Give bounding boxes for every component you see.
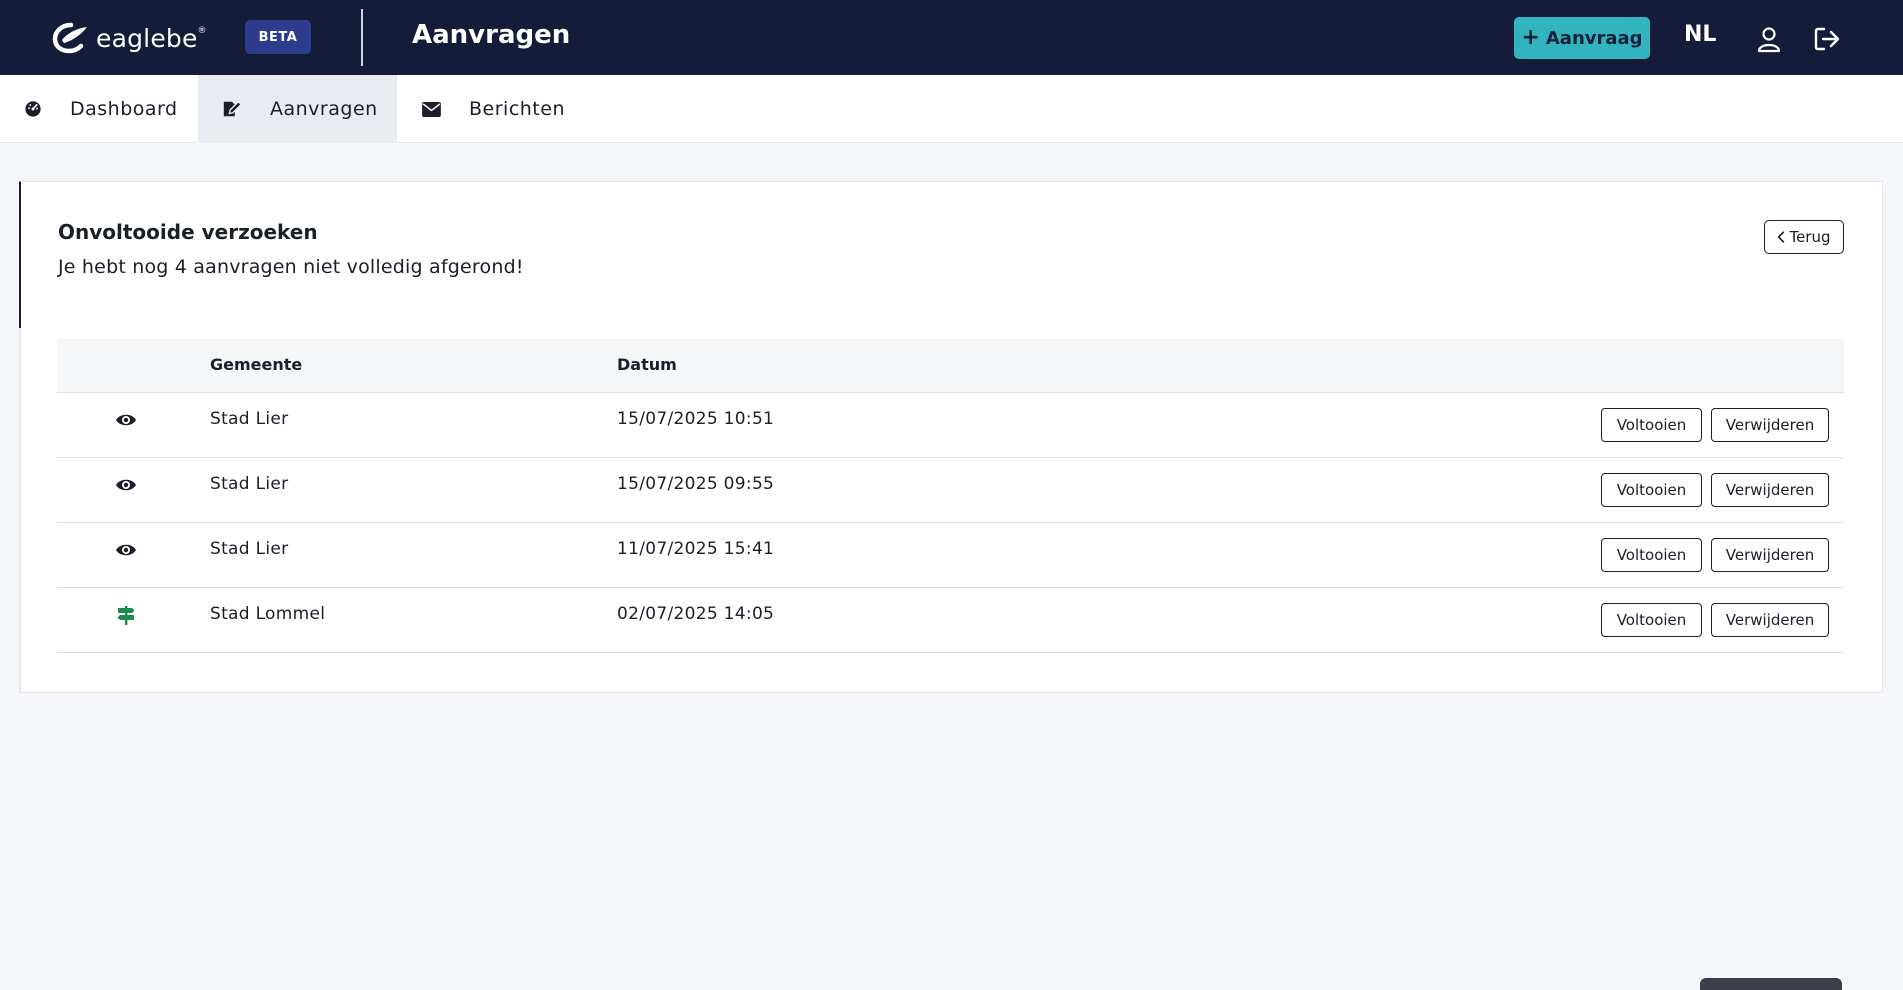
beta-badge: BETA xyxy=(245,20,311,54)
requests-table: Gemeente Datum Stad Lier 15/07/2025 10:5… xyxy=(57,339,1844,653)
delete-button[interactable]: Verwijderen xyxy=(1711,603,1829,637)
complete-button[interactable]: Voltooien xyxy=(1601,408,1702,442)
language-selector[interactable]: NL xyxy=(1684,22,1716,47)
table-row: Stad Lier 15/07/2025 10:51 Voltooien Ver… xyxy=(57,393,1844,458)
complete-button[interactable]: Voltooien xyxy=(1601,538,1702,572)
table-row: Stad Lier 11/07/2025 15:41 Voltooien Ver… xyxy=(57,523,1844,588)
header-divider xyxy=(361,9,363,66)
eye-icon[interactable] xyxy=(115,539,137,561)
card-subtitle: Je hebt nog 4 aanvragen niet volledig af… xyxy=(58,256,524,278)
tab-dashboard[interactable]: Dashboard xyxy=(0,75,198,143)
page-title: Aanvragen xyxy=(412,20,571,50)
row-date: 15/07/2025 09:55 xyxy=(617,474,775,494)
user-icon[interactable] xyxy=(1755,25,1783,53)
delete-button[interactable]: Verwijderen xyxy=(1711,408,1829,442)
row-municipality: Stad Lier xyxy=(210,474,289,494)
eaglebe-logo[interactable]: eaglebe® xyxy=(52,22,207,54)
back-button[interactable]: Terug xyxy=(1764,220,1844,254)
tab-aanvragen[interactable]: Aanvragen xyxy=(198,75,397,143)
complete-button[interactable]: Voltooien xyxy=(1601,473,1702,507)
column-header-date: Datum xyxy=(617,355,677,374)
eye-icon[interactable] xyxy=(115,474,137,496)
row-date: 02/07/2025 14:05 xyxy=(617,604,775,624)
dashboard-icon xyxy=(24,99,42,119)
logo-registered-mark: ® xyxy=(197,25,207,36)
delete-button[interactable]: Verwijderen xyxy=(1711,538,1829,572)
back-button-label: Terug xyxy=(1789,228,1831,246)
eye-icon[interactable] xyxy=(115,409,137,431)
edit-document-icon xyxy=(222,99,242,119)
table-row: Stad Lier 15/07/2025 09:55 Voltooien Ver… xyxy=(57,458,1844,523)
row-date: 15/07/2025 10:51 xyxy=(617,409,775,429)
new-request-button[interactable]: + Aanvraag xyxy=(1514,17,1650,59)
card-title: Onvoltooide verzoeken xyxy=(58,220,318,244)
main-tabs: Dashboard Aanvragen Berichten xyxy=(0,75,1903,143)
row-municipality: Stad Lier xyxy=(210,409,289,429)
complete-button[interactable]: Voltooien xyxy=(1601,603,1702,637)
tab-berichten-label: Berichten xyxy=(469,98,565,120)
new-request-label: Aanvraag xyxy=(1545,27,1643,49)
logout-icon[interactable] xyxy=(1812,25,1842,53)
plus-icon: + xyxy=(1521,25,1540,50)
table-row: Stad Lommel 02/07/2025 14:05 Voltooien V… xyxy=(57,588,1844,653)
chevron-left-icon xyxy=(1778,231,1785,243)
table-header: Gemeente Datum xyxy=(57,339,1844,393)
row-date: 11/07/2025 15:41 xyxy=(617,539,775,559)
tab-aanvragen-label: Aanvragen xyxy=(270,98,378,120)
top-navbar: eaglebe® BETA Aanvragen + Aanvraag NL xyxy=(0,0,1903,75)
logo-text: eaglebe xyxy=(96,23,198,53)
envelope-icon xyxy=(421,99,441,119)
row-municipality: Stad Lier xyxy=(210,539,289,559)
eaglebe-logo-icon xyxy=(52,22,87,54)
column-header-municipality: Gemeente xyxy=(210,355,303,374)
tab-dashboard-label: Dashboard xyxy=(70,98,178,120)
bottom-floating-tab[interactable] xyxy=(1700,978,1842,990)
card-border xyxy=(19,328,21,693)
delete-button[interactable]: Verwijderen xyxy=(1711,473,1829,507)
signpost-icon[interactable] xyxy=(115,604,137,626)
tab-berichten[interactable]: Berichten xyxy=(397,75,587,143)
row-municipality: Stad Lommel xyxy=(210,604,326,624)
